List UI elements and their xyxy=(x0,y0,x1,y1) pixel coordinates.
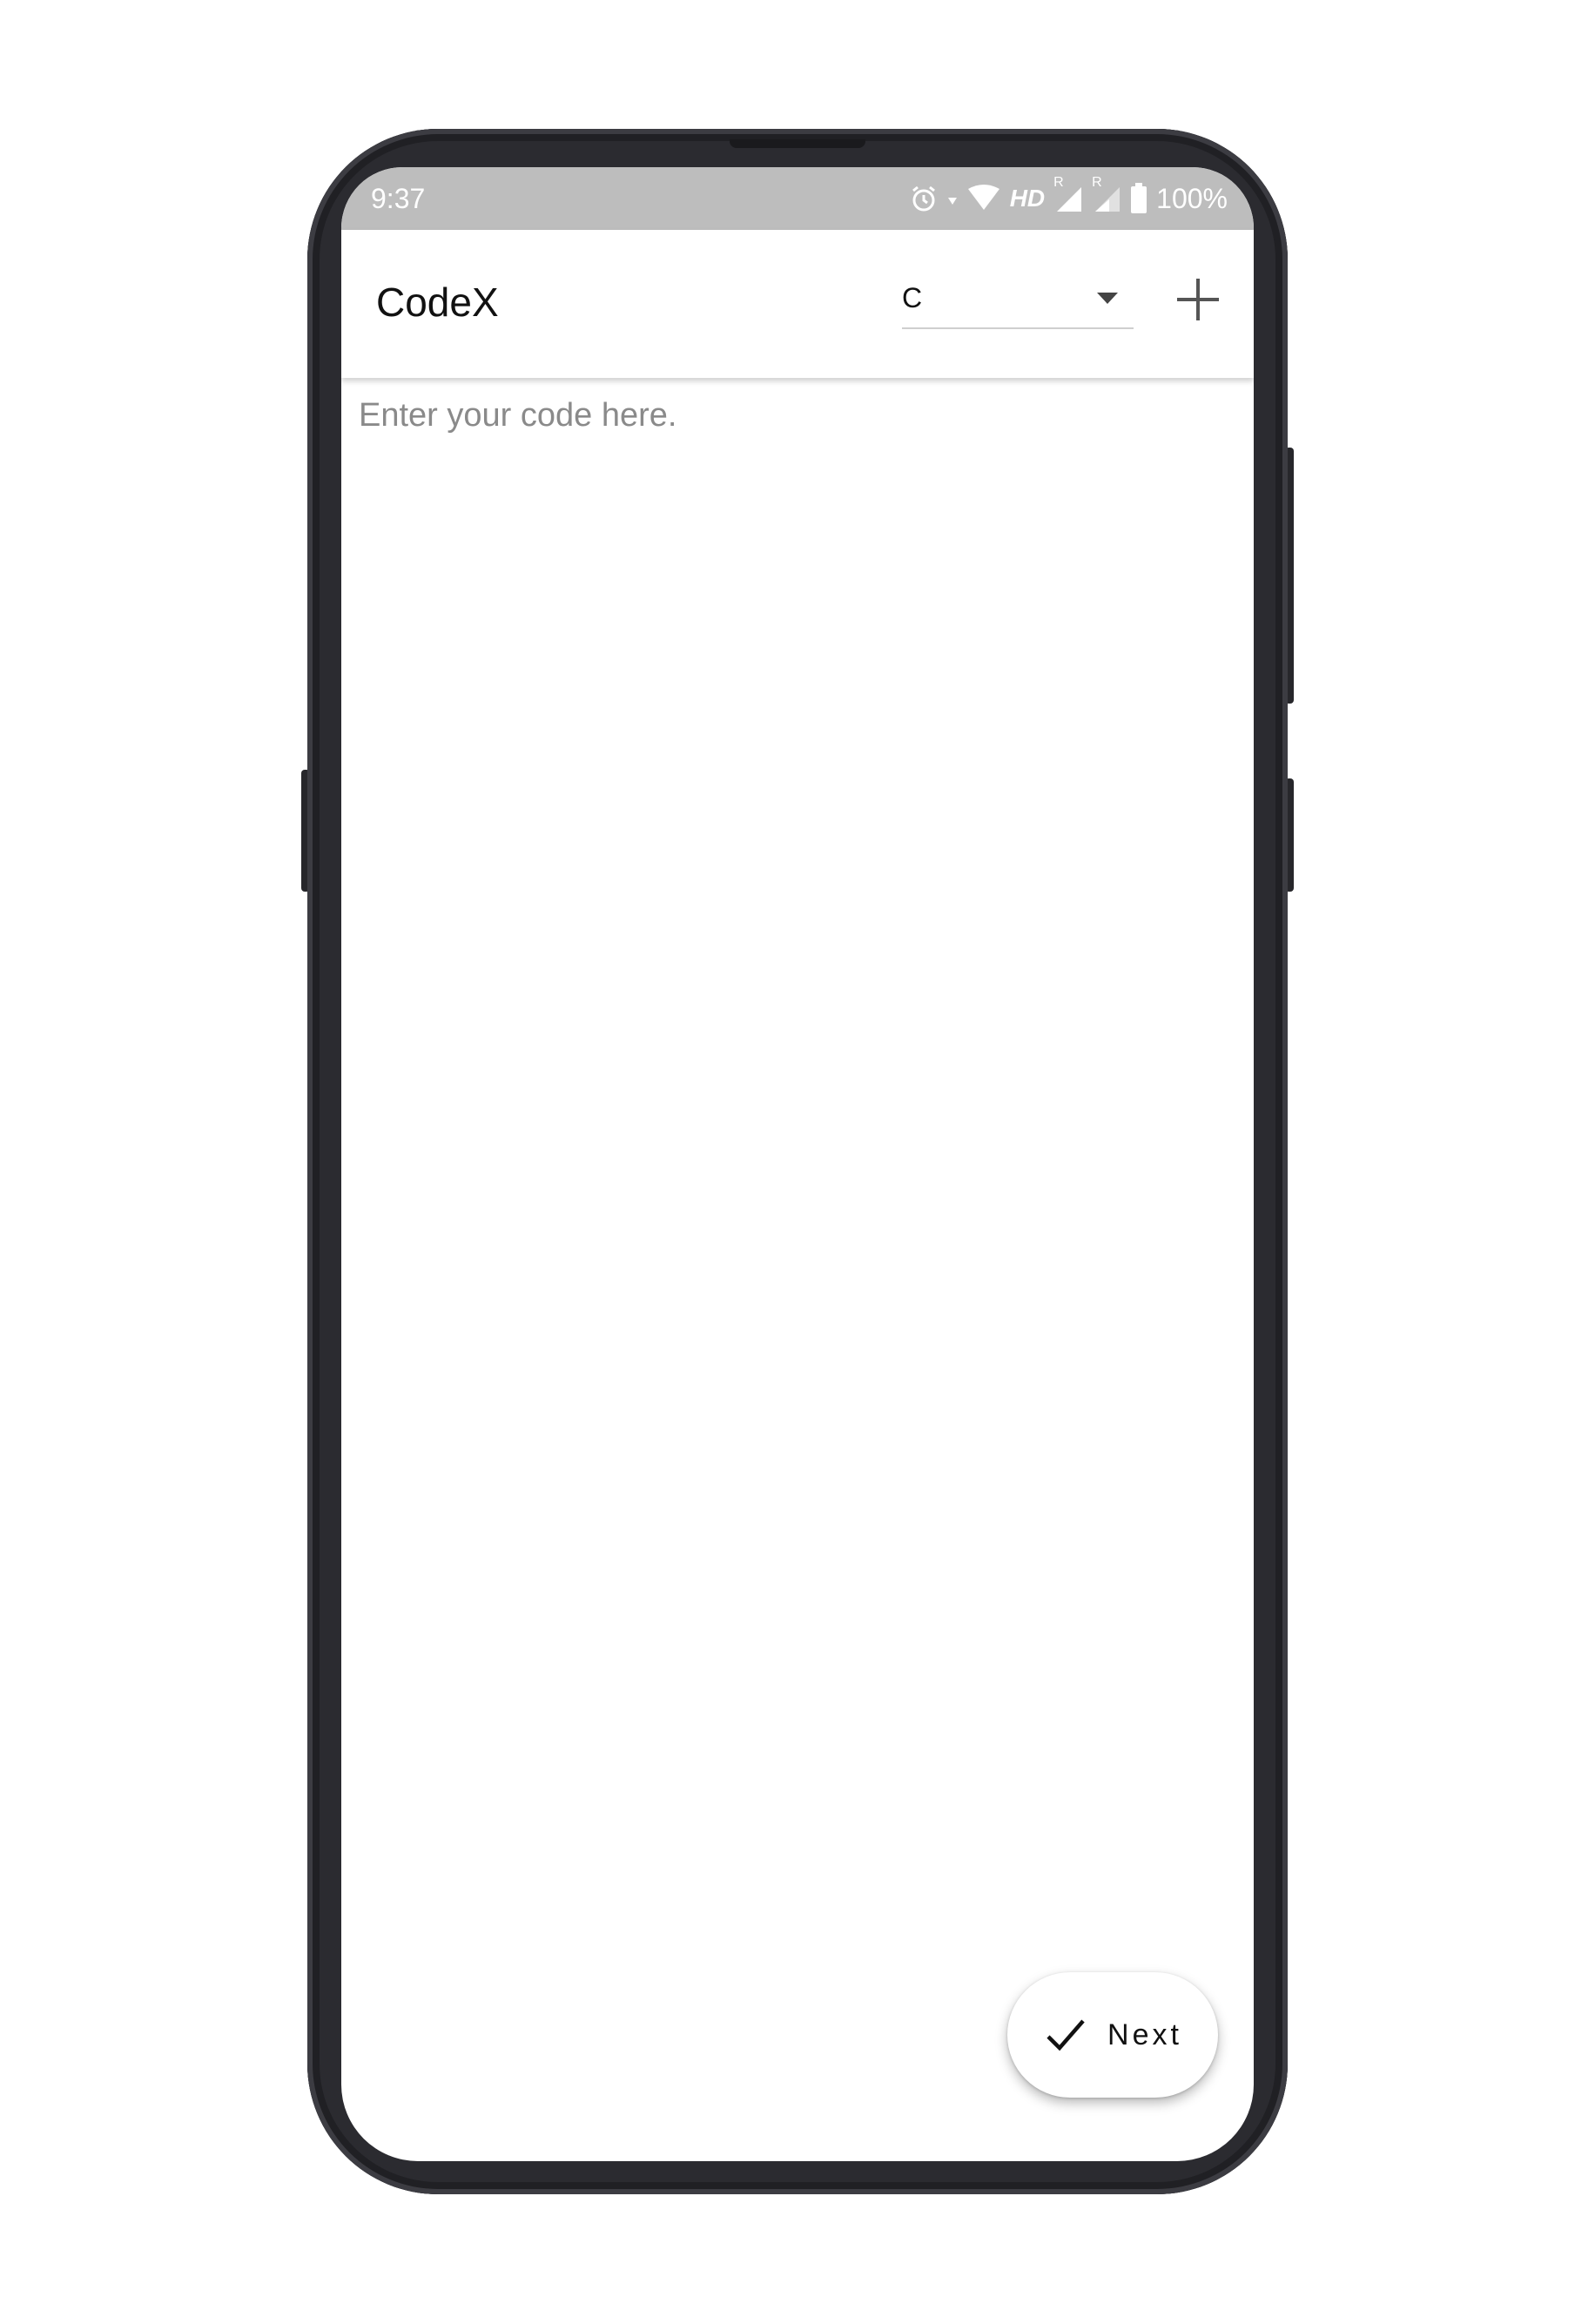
add-button[interactable] xyxy=(1172,273,1224,326)
battery-percent: 100% xyxy=(1156,182,1228,214)
battery-icon xyxy=(1130,183,1147,214)
status-icons: HD R R 100% xyxy=(909,175,1228,218)
signal-icon: R xyxy=(1092,175,1121,213)
plus-icon xyxy=(1177,279,1219,320)
data-arrow-icon xyxy=(947,184,958,213)
phone-screen: 9:37 HD R R 100% CodeX C Enter your code… xyxy=(341,167,1254,2161)
wifi-icon xyxy=(966,184,1001,213)
code-editor-input[interactable] xyxy=(341,378,1254,2093)
next-button-label: Next xyxy=(1107,2018,1182,2051)
roaming-label: R xyxy=(1092,175,1102,190)
alarm-icon xyxy=(909,184,939,213)
status-time: 9:37 xyxy=(371,183,426,214)
app-title: CodeX xyxy=(376,280,499,325)
language-selected-value: C xyxy=(902,282,923,313)
app-bar: CodeX C xyxy=(341,230,1254,378)
next-button[interactable]: Next xyxy=(1007,1972,1218,2098)
check-icon xyxy=(1043,2012,1088,2058)
language-dropdown[interactable]: C xyxy=(902,279,1134,329)
status-bar: 9:37 HD R R 100% xyxy=(341,167,1254,230)
roaming-label: R xyxy=(1053,175,1064,190)
phone-notch xyxy=(730,139,865,148)
signal-icon: R xyxy=(1053,175,1083,213)
dropdown-arrow-icon xyxy=(1097,293,1118,304)
network-type-label: HD xyxy=(1009,185,1046,212)
